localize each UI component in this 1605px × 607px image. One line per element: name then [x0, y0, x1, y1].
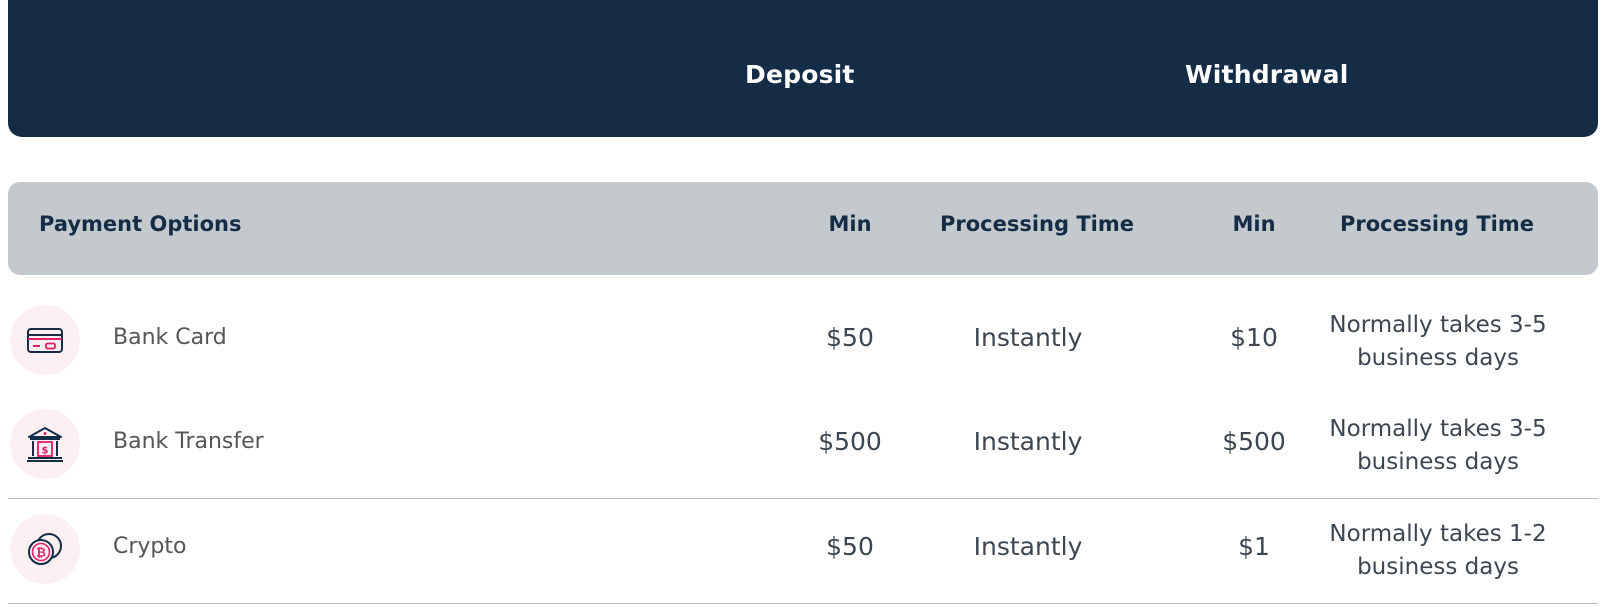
row-divider: [8, 498, 1598, 499]
header-deposit-processing-time: Processing Time: [939, 212, 1134, 236]
payment-option-name: Crypto: [113, 534, 187, 559]
header-withdrawal-processing-time: Processing Time: [1339, 212, 1534, 236]
bank-icon: $: [10, 409, 80, 479]
top-header-band: Deposit Withdrawal: [8, 0, 1598, 137]
withdrawal-min-value: $500: [1222, 427, 1286, 456]
deposit-time-value: Instantly: [973, 427, 1083, 456]
table-row: $ Bank Transfer $500 Instantly $500 Norm…: [8, 395, 1598, 499]
withdrawal-min-value: $10: [1230, 323, 1278, 352]
deposit-group-label: Deposit: [745, 60, 855, 89]
bitcoin-coins-icon: ₿: [10, 514, 80, 584]
header-payment-options: Payment Options: [39, 212, 242, 236]
header-withdrawal-min: Min: [1232, 212, 1276, 236]
payment-methods-page: Deposit Withdrawal Payment Options Min P…: [0, 0, 1605, 607]
svg-text:₿: ₿: [36, 546, 46, 560]
row-divider: [8, 603, 1598, 604]
header-deposit-min: Min: [828, 212, 872, 236]
withdrawal-time-value: Normally takes 3-5 business days: [1329, 312, 1547, 371]
table-row: ₿ Crypto $50 Instantly $1 Normally takes…: [8, 500, 1598, 604]
deposit-min-value: $500: [818, 427, 882, 456]
table-row: Bank Card $50 Instantly $10 Normally tak…: [8, 291, 1598, 395]
withdrawal-time-value: Normally takes 1-2 business days: [1329, 521, 1547, 580]
withdrawal-group-label: Withdrawal: [1185, 60, 1349, 89]
deposit-min-value: $50: [826, 532, 874, 561]
deposit-time-value: Instantly: [973, 532, 1083, 561]
credit-card-icon: [10, 305, 80, 375]
payment-option-name: Bank Card: [113, 325, 227, 350]
deposit-min-value: $50: [826, 323, 874, 352]
column-header-bar: Payment Options Min Processing Time Min …: [8, 182, 1598, 275]
payment-option-name: Bank Transfer: [113, 429, 264, 454]
svg-text:$: $: [42, 446, 49, 457]
withdrawal-time-value: Normally takes 3-5 business days: [1329, 416, 1547, 475]
deposit-time-value: Instantly: [973, 323, 1083, 352]
withdrawal-min-value: $1: [1238, 532, 1270, 561]
